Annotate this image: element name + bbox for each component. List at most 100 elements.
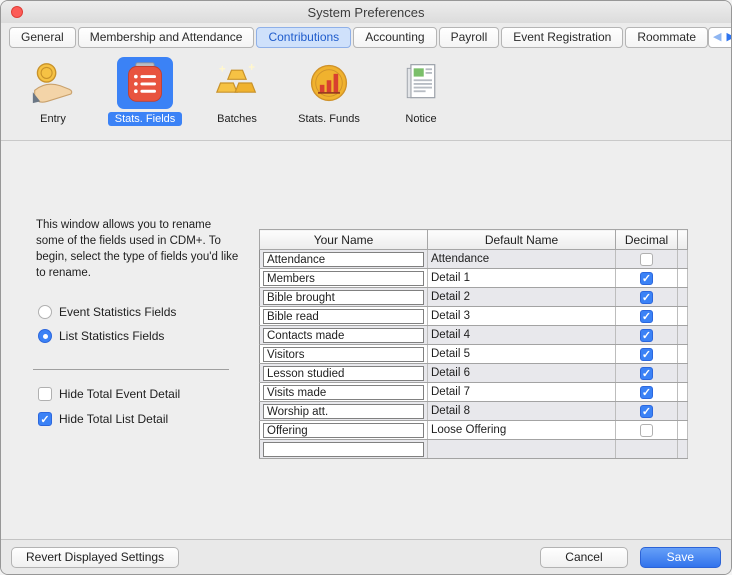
default-name-cell: Attendance [428,250,616,269]
default-name-cell: Detail 7 [428,383,616,402]
preferences-pane: This window allows you to rename some of… [1,141,731,539]
row-spacer-cell [678,364,688,383]
your-name-field[interactable]: Visitors [263,347,424,362]
fields-table: Your NameDefault NameDecimal AttendanceA… [259,229,688,459]
default-name-cell: Detail 2 [428,288,616,307]
decimal-checkbox[interactable] [640,253,653,266]
row-spacer-cell [678,421,688,440]
toolbar-item-label: Stats. Funds [291,112,367,126]
tab-payroll[interactable]: Payroll [439,27,500,48]
column-header-default-name[interactable]: Default Name [428,230,616,250]
table-row: Lesson studiedDetail 6 [260,364,688,383]
tab-label: Payroll [451,30,488,44]
your-name-field[interactable]: Bible read [263,309,424,324]
tab-label: Accounting [365,30,424,44]
scroll-right-icon[interactable]: ▶ [726,32,732,43]
your-name-field[interactable]: Lesson studied [263,366,424,381]
tab-general[interactable]: General [9,27,76,48]
tab-label: Contributions [268,30,339,44]
table-row: Members Detail 1 [260,269,688,288]
tab-membership-and-attendance[interactable]: Membership and Attendance [78,27,255,48]
table-row: Offering Loose Offering [260,421,688,440]
tab-label: General [21,30,64,44]
toolbar-item-batches[interactable]: Batches [191,57,283,126]
chart-coin-icon [301,57,357,109]
decimal-checkbox[interactable] [640,310,653,323]
checkbox[interactable] [38,412,52,426]
checkbox-hide-total-list-detail[interactable]: Hide Total List Detail [38,412,180,426]
tab-scroller: ◀ ▶ [708,27,732,48]
your-name-field[interactable]: Worship att. [263,404,424,419]
checkbox-hide-total-event-detail[interactable]: Hide Total Event Detail [38,387,180,401]
table-row: Visits made Detail 7 [260,383,688,402]
checkbox-label: Hide Total List Detail [59,412,168,426]
toolbar-item-label: Notice [398,112,443,126]
revert-displayed-settings-button[interactable]: Revert Displayed Settings [11,547,179,568]
decimal-checkbox[interactable] [640,272,653,285]
tab-event-registration[interactable]: Event Registration [501,27,623,48]
your-name-field[interactable] [263,442,424,457]
toolbar-item-stats-funds[interactable]: Stats. Funds [283,57,375,126]
table-row: Bible readDetail 3 [260,307,688,326]
hide-totals-checkbox-group: Hide Total Event Detail Hide Total List … [38,387,180,426]
default-name-cell: Detail 4 [428,326,616,345]
pane-description: This window allows you to rename some of… [36,217,242,281]
toolbar-item-stats-fields[interactable]: Stats. Fields [99,57,191,126]
section-divider [33,369,229,370]
decimal-checkbox[interactable] [640,405,653,418]
table-row: Worship att.Detail 8 [260,402,688,421]
footer-bar: Revert Displayed Settings Cancel Save [1,539,731,574]
icon-toolbar: Entry Stats. Fields Batches [1,51,731,141]
cancel-button[interactable]: Cancel [540,547,627,568]
decimal-checkbox[interactable] [640,291,653,304]
decimal-checkbox[interactable] [640,329,653,342]
decimal-checkbox[interactable] [640,424,653,437]
toolbar-item-entry[interactable]: Entry [7,57,99,126]
toolbar-item-notice[interactable]: Notice [375,57,467,126]
your-name-field[interactable]: Attendance [263,252,424,267]
decimal-checkbox[interactable] [640,348,653,361]
checkbox[interactable] [38,387,52,401]
radio-event-statistics-fields[interactable]: Event Statistics Fields [38,305,176,319]
decimal-checkbox[interactable] [640,386,653,399]
your-name-field[interactable]: Bible brought [263,290,424,305]
row-spacer-cell [678,402,688,421]
save-button[interactable]: Save [640,547,721,568]
default-name-cell: Detail 5 [428,345,616,364]
row-spacer-cell [678,307,688,326]
decimal-checkbox[interactable] [640,367,653,380]
table-row: Visitors Detail 5 [260,345,688,364]
tab-contributions[interactable]: Contributions [256,27,351,48]
column-header-decimal[interactable]: Decimal [616,230,678,250]
your-name-field[interactable]: Offering [263,423,424,438]
scroll-left-icon[interactable]: ◀ [713,32,721,43]
row-spacer-cell [678,288,688,307]
your-name-field[interactable]: Contacts made [263,328,424,343]
toolbar-item-label: Entry [33,112,73,126]
close-button[interactable] [11,6,23,18]
tab-label: Event Registration [513,30,611,44]
your-name-field[interactable]: Visits made [263,385,424,400]
stats-fields-list-icon [117,57,173,109]
system-preferences-window: System Preferences GeneralMembership and… [0,0,732,575]
radio-list-statistics-fields[interactable]: List Statistics Fields [38,329,176,343]
column-header-your-name[interactable]: Your Name [260,230,428,250]
tab-roommate[interactable]: Roommate [625,27,708,48]
row-spacer-cell [678,345,688,364]
notice-document-icon [393,57,449,109]
tab-accounting[interactable]: Accounting [353,27,436,48]
radio-button[interactable] [38,329,52,343]
tab-bar: General Membership and Attendance Contribu… [1,23,731,51]
toolbar-item-label: Batches [210,112,264,126]
radio-label: List Statistics Fields [59,329,164,343]
hand-coin-icon [25,57,81,109]
row-spacer-cell [678,250,688,269]
gold-bars-icon [209,57,265,109]
default-name-cell [428,440,616,459]
radio-button[interactable] [38,305,52,319]
default-name-cell: Detail 1 [428,269,616,288]
default-name-cell: Loose Offering [428,421,616,440]
your-name-field[interactable]: Members [263,271,424,286]
radio-label: Event Statistics Fields [59,305,176,319]
table-row: Attendance Attendance [260,250,688,269]
